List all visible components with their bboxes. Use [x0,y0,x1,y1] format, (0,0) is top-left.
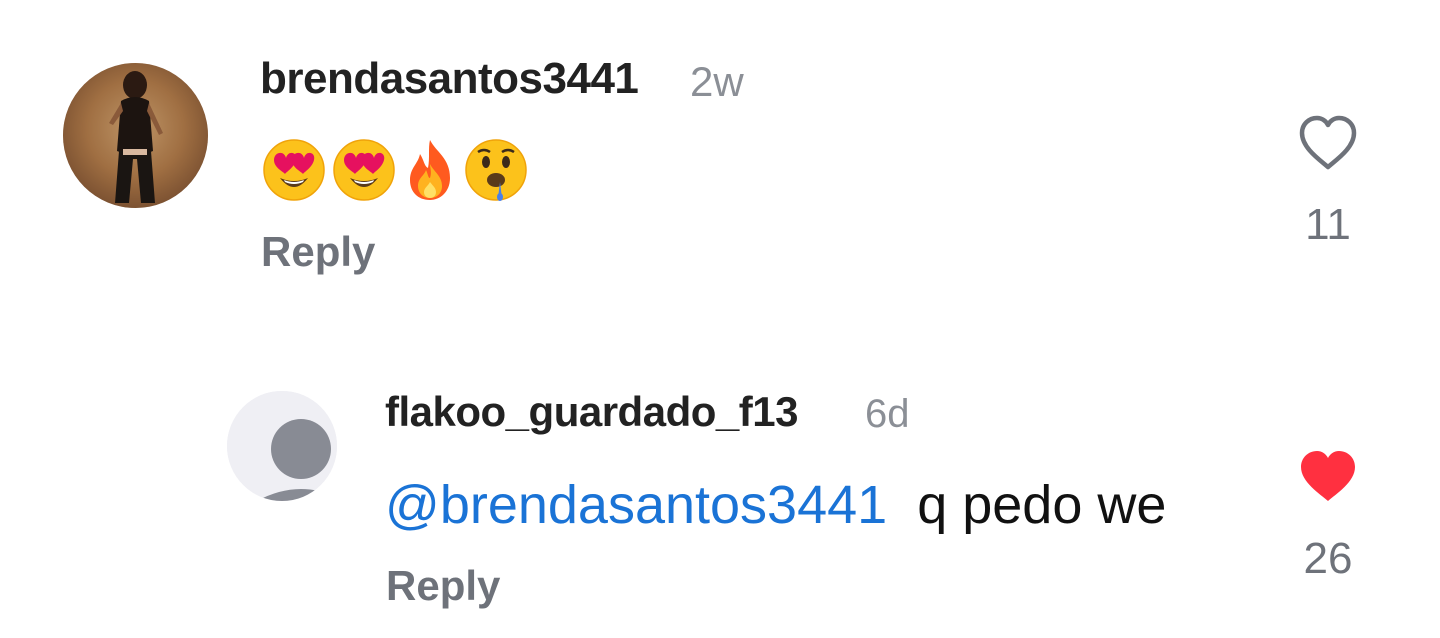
reply-comment: flakoo_guardado_f13 6d @brendasantos3441… [0,320,1440,638]
timestamp: 6d [865,392,910,436]
avatar[interactable] [63,63,208,208]
heart-eyes-emoji [262,138,326,202]
timestamp: 2w [690,58,744,105]
avatar[interactable] [227,391,337,501]
drooling-face-emoji [464,138,528,202]
heart-outline-icon [1299,115,1357,170]
heart-eyes-emoji [332,138,396,202]
heart-filled-icon [1301,451,1355,501]
fire-emoji [402,138,458,202]
reply-button[interactable]: Reply [261,228,375,276]
like-button[interactable] [1298,449,1358,505]
reply-button[interactable]: Reply [386,562,500,610]
like-count: 11 [1305,200,1351,249]
username[interactable]: flakoo_guardado_f13 [385,388,798,436]
mention-link[interactable]: @brendasantos3441 [385,475,887,535]
username[interactable]: brendasantos3441 [260,54,639,104]
avatar-photo-icon [63,63,208,208]
comment: brendasantos3441 2w Reply 11 [0,0,1440,320]
like-count: 26 [1303,534,1353,583]
comment-text: @brendasantos3441 q pedo we [385,474,1166,536]
like-button[interactable] [1298,115,1358,171]
comment-body: q pedo we [917,475,1167,535]
default-avatar-icon [227,391,337,501]
comment-text [262,137,528,203]
